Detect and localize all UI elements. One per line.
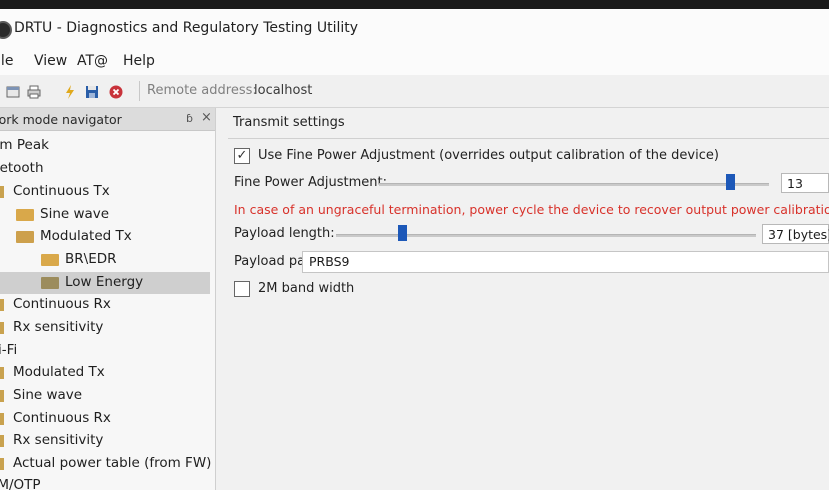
folder-icon [0,299,4,311]
remote-address-label: Remote address: [147,83,257,98]
tree-item-label: Rx sensitivity [13,319,104,335]
tree-item-label: Continuous Tx [13,183,110,199]
transmit-settings-panel: Transmit settings ✓ Use Fine Power Adjus… [216,108,829,490]
tree-item-wifi-sine-wave[interactable]: Sine wave [0,385,214,407]
tree-item-label: Continuous Rx [13,296,111,312]
tree-item-label: Wi-Fi [0,342,18,358]
app-icon [0,21,12,39]
print-icon[interactable] [27,84,41,99]
payload-length-value-input[interactable]: 37 [bytes] [762,224,829,244]
folder-icon [16,209,34,221]
remote-address-value[interactable]: localhost [254,83,312,98]
folder-icon [0,186,4,198]
tree-item-modulated-tx[interactable]: Modulated Tx [0,226,214,248]
toolbar-separator [139,81,140,101]
menu-file[interactable]: File [0,53,13,69]
tree-item-continuous-tx[interactable]: Continuous Tx [0,181,214,203]
fine-power-checkbox-label: Use Fine Power Adjustment (overrides out… [258,148,719,163]
tree-item-label: Bluetooth [0,160,44,176]
save-icon[interactable] [85,84,99,98]
menu-bar: File View AT@ Help [0,49,829,75]
band-2m-checkbox[interactable] [234,281,250,297]
tree-item-actual-power-table[interactable]: Actual power table (from FW) [0,453,214,475]
tree-item-sine-wave[interactable]: Sine wave [0,204,214,226]
tree-item-wifi[interactable]: Wi-Fi [0,340,214,362]
folder-icon [0,458,4,470]
tree-item-label: Storm Peak [0,137,49,153]
stop-icon[interactable] [109,84,123,99]
navigator-title: Work mode navigator [0,112,122,127]
tree-item-rx-sensitivity[interactable]: Rx sensitivity [0,317,214,339]
fine-power-label: Fine Power Adjustment: [234,175,387,190]
menu-view[interactable]: View [34,53,67,69]
menu-at[interactable]: AT@ [77,53,108,69]
folder-icon [0,413,4,425]
title-bar: DRTU - Diagnostics and Regulatory Testin… [0,9,829,49]
window-icon[interactable] [6,84,20,98]
payload-pattern-select[interactable]: PRBS9 [302,251,829,273]
tree-item-br-edr[interactable]: BR\EDR [0,249,214,271]
payload-length-label: Payload length: [234,226,335,241]
folder-icon [16,231,34,243]
tree-item-label: Low Energy [65,274,144,290]
tree-item-low-energy[interactable]: Low Energy [0,272,210,294]
termination-warning: In case of an ungraceful termination, po… [234,202,829,217]
tree-item-label: NVM/OTP [0,477,41,490]
tree-item-label: Rx sensitivity [13,432,104,448]
menu-help[interactable]: Help [123,53,155,69]
tree-item-nvm-otp[interactable]: NVM/OTP [0,475,214,490]
folder-icon [0,390,4,402]
folder-icon [0,367,4,379]
tree-item-continuous-rx[interactable]: Continuous Rx [0,294,214,316]
window-title: DRTU - Diagnostics and Regulatory Testin… [14,20,359,36]
navigator-header: Work mode navigator ɓ × [0,108,215,131]
fine-power-slider-thumb[interactable] [725,174,735,190]
fine-power-value-input[interactable]: 13 [781,173,829,193]
fine-power-checkbox[interactable]: ✓ [234,148,250,164]
tree-item-bluetooth[interactable]: Bluetooth [0,158,214,180]
folder-icon [0,322,4,334]
bolt-icon[interactable] [63,84,77,99]
tree-item-label: Sine wave [13,387,83,403]
fine-power-slider[interactable] [379,183,769,186]
tree-item-label: BR\EDR [65,251,117,267]
tree-item-storm-peak[interactable]: Storm Peak [0,135,214,157]
band-2m-checkbox-label: 2M band width [258,281,355,296]
folder-icon [41,254,59,266]
pin-icon[interactable]: ɓ [186,112,193,125]
tree-item-wifi-modulated-tx[interactable]: Modulated Tx [0,362,214,384]
folder-icon [41,277,59,289]
section-title: Transmit settings [233,115,345,130]
work-mode-navigator: Work mode navigator ɓ × Storm Peak Bluet… [0,108,216,490]
tree-item-wifi-rx-sensitivity[interactable]: Rx sensitivity [0,430,214,452]
tree-item-label: Continuous Rx [13,410,111,426]
tree-item-label: Actual power table (from FW) [13,455,212,471]
close-icon[interactable]: × [201,110,212,125]
payload-length-slider-thumb[interactable] [397,225,407,241]
screen: DRTU - Diagnostics and Regulatory Testin… [0,9,829,490]
folder-icon [0,435,4,447]
tree-item-wifi-continuous-rx[interactable]: Continuous Rx [0,408,214,430]
toolbar: Remote address: localhost [0,75,829,108]
section-divider [228,138,829,139]
tree-item-label: Modulated Tx [40,228,132,244]
tree-item-label: Modulated Tx [13,364,105,380]
tree-item-label: Sine wave [40,206,110,222]
